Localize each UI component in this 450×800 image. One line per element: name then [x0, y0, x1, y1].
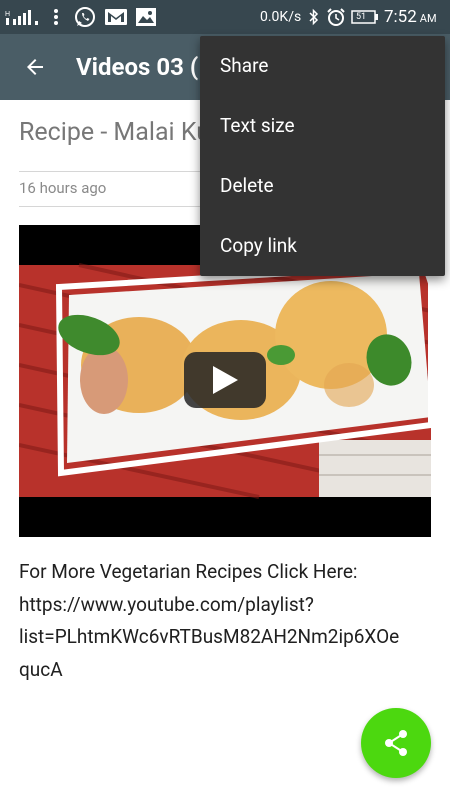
post-title: Recipe - Malai Ku	[19, 118, 211, 147]
bluetooth-icon	[307, 0, 321, 34]
post-timestamp: 16 hours ago	[19, 179, 107, 197]
more-dots-icon	[50, 0, 62, 34]
svg-text:H: H	[5, 11, 10, 18]
description-link-line[interactable]: https://www.youtube.com/playlist?	[19, 589, 431, 622]
share-icon	[385, 730, 407, 756]
description-link-line[interactable]: qucA	[19, 654, 431, 687]
share-fab-button[interactable]	[361, 708, 431, 778]
alarm-icon	[325, 0, 347, 34]
menu-item-copy-link[interactable]: Copy link	[200, 216, 445, 276]
play-button[interactable]	[184, 352, 266, 408]
post-description: For More Vegetarian Recipes Click Here: …	[19, 556, 431, 686]
clock: 7:52 AM	[384, 0, 437, 34]
description-line: For More Vegetarian Recipes Click Here:	[19, 560, 358, 583]
network-speed: 0.0K/s	[260, 9, 302, 25]
whatsapp-icon	[72, 0, 98, 34]
gmail-icon	[104, 0, 128, 34]
signal-icon: H	[4, 0, 42, 34]
clock-ampm: AM	[419, 12, 437, 25]
gallery-icon	[134, 0, 158, 34]
description-link-line[interactable]: list=PLhtmKWc6vRTBusM82AH2Nm2ip6XOe	[19, 621, 431, 654]
menu-item-share[interactable]: Share	[200, 36, 445, 96]
clock-time: 7:52	[384, 7, 417, 27]
back-button[interactable]	[14, 46, 56, 88]
overflow-menu: Share Text size Delete Copy link	[200, 36, 445, 276]
play-icon	[213, 366, 238, 394]
menu-item-text-size[interactable]: Text size	[200, 96, 445, 156]
arrow-back-icon	[27, 59, 43, 75]
status-bar: H 0.0K/s 51 7:52 AM	[0, 0, 450, 34]
toolbar-title: Videos 03 (	[76, 53, 199, 81]
battery-level: 51	[356, 12, 367, 22]
menu-item-delete[interactable]: Delete	[200, 156, 445, 216]
